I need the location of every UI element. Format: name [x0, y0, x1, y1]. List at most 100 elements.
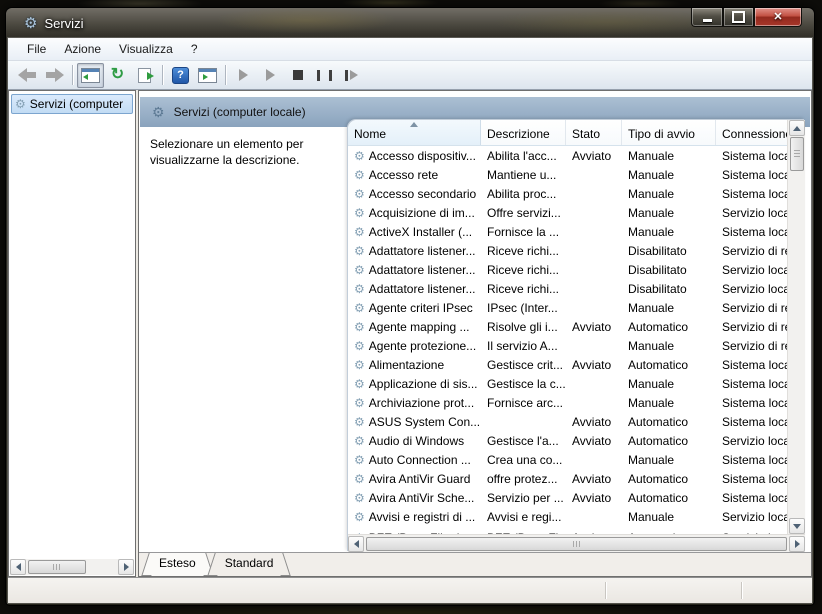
scroll-left-button[interactable] — [10, 559, 26, 575]
service-name: Auto Connection ... — [369, 453, 471, 467]
cell-descrizione: Abilita proc... — [481, 187, 566, 201]
scroll-right-icon — [124, 563, 129, 571]
show-action-pane-button[interactable] — [194, 63, 221, 88]
service-row[interactable]: ⚙Archiviazione prot...Fornisce arc...Man… — [348, 393, 787, 412]
service-name: Accesso secondario — [369, 187, 476, 201]
service-row[interactable]: ⚙Audio di WindowsGestisce l'a...AvviatoA… — [348, 431, 787, 450]
sidebar-item-servizi-computer[interactable]: ⚙Servizi (computer — [11, 94, 133, 114]
back-button[interactable] — [14, 63, 41, 88]
scroll-left-icon — [16, 563, 21, 571]
cell-descrizione: Il servizio A... — [481, 339, 566, 353]
minimize-button[interactable] — [691, 8, 723, 27]
service-row[interactable]: ⚙Avira AntiVir Sche...Servizio per ...Av… — [348, 488, 787, 507]
sidebar-horizontal-scrollbar[interactable] — [10, 559, 134, 575]
cell-tipo-di-avvio: Automatico — [622, 434, 716, 448]
sort-ascending-icon — [410, 122, 418, 127]
scrollbar-thumb[interactable] — [790, 137, 804, 171]
pane-title: Servizi (computer locale) — [174, 105, 306, 119]
service-name: Archiviazione prot... — [369, 396, 474, 410]
vertical-scrollbar[interactable] — [787, 120, 805, 534]
service-row[interactable]: ⚙Avira AntiVir Guardoffre protez...Avvia… — [348, 469, 787, 488]
service-row[interactable]: ⚙Agente protezione...Il servizio A...Man… — [348, 336, 787, 355]
maximize-button[interactable] — [723, 8, 754, 27]
service-gear-icon: ⚙ — [354, 511, 365, 523]
title-bar[interactable]: ⚙ Servizi ✕ — [6, 8, 814, 38]
service-row[interactable]: ⚙Avvisi e registri di ...Avvisi e regi..… — [348, 507, 787, 526]
help-button[interactable] — [167, 63, 194, 88]
content-area: ⚙Servizi (computer ⚙ Servizi (computer l… — [8, 90, 812, 577]
column-header-connessione[interactable]: Connessione — [716, 120, 787, 145]
service-row[interactable]: ⚙Acquisizione di im...Offre servizi...Ma… — [348, 203, 787, 222]
service-row[interactable]: ⚙Accesso dispositiv...Abilita l'acc...Av… — [348, 146, 787, 165]
cell-descrizione: Servizio per ... — [481, 491, 566, 505]
cell-nome: ⚙ Agente criteri IPsec — [348, 301, 481, 315]
scroll-right-button[interactable] — [118, 559, 134, 575]
service-row[interactable]: ⚙Adattatore listener...Riceve richi...Di… — [348, 260, 787, 279]
cell-descrizione: IPsec (Inter... — [481, 301, 566, 315]
cell-connessione: Servizio di rete — [716, 244, 787, 258]
cell-tipo-di-avvio: Manuale — [622, 396, 716, 410]
cell-connessione: Sistema locale — [716, 377, 787, 391]
service-row[interactable]: ⚙AlimentazioneGestisce crit...AvviatoAut… — [348, 355, 787, 374]
scrollbar-thumb[interactable] — [28, 560, 86, 574]
service-gear-icon: ⚙ — [354, 454, 365, 466]
scroll-right-button[interactable] — [789, 536, 805, 552]
service-row[interactable]: ⚙Applicazione di sis...Gestisce la c...M… — [348, 374, 787, 393]
horizontal-scrollbar[interactable] — [348, 534, 805, 552]
export-list-icon — [138, 68, 151, 83]
service-row[interactable]: ⚙Auto Connection ...Crea una co...Manual… — [348, 450, 787, 469]
resume-service-button[interactable] — [257, 63, 284, 88]
cell-nome: ⚙ActiveX Installer (... — [348, 225, 481, 239]
menu-help[interactable]: ? — [182, 39, 207, 59]
service-gear-icon: ⚙ — [354, 416, 365, 428]
toolbar-separator — [162, 65, 163, 85]
service-gear-icon: ⚙ — [354, 359, 365, 371]
export-list-button[interactable] — [131, 63, 158, 88]
forward-button[interactable] — [41, 63, 68, 88]
scrollbar-thumb[interactable] — [366, 537, 787, 551]
close-icon: ✕ — [773, 12, 782, 23]
scroll-up-button[interactable] — [789, 120, 805, 136]
cell-connessione: Sistema locale — [716, 415, 787, 429]
service-name: ActiveX Installer (... — [369, 225, 472, 239]
scroll-down-button[interactable] — [789, 518, 805, 534]
service-row[interactable]: ⚙Agente criteri IPsecIPsec (Inter...Manu… — [348, 298, 787, 317]
column-header-tipo-di-avvio[interactable]: Tipo di avvio — [622, 120, 716, 145]
restart-service-button[interactable] — [338, 63, 365, 88]
tab-standard[interactable]: Standard — [215, 553, 284, 576]
stop-service-button[interactable] — [284, 63, 311, 88]
service-name: Agente criteri IPsec — [369, 301, 473, 315]
service-row[interactable]: ⚙Agente mapping ...Risolve gli i...Avvia… — [348, 317, 787, 336]
service-row[interactable]: ⚙Adattatore listener...Riceve richi...Di… — [348, 241, 787, 260]
show-console-tree-button[interactable] — [77, 63, 104, 88]
menu-file[interactable]: File — [18, 39, 55, 59]
service-gear-icon: ⚙ — [354, 302, 365, 314]
service-row[interactable]: ⚙Accesso secondarioAbilita proc...Manual… — [348, 184, 787, 203]
service-gear-icon: ⚙ — [354, 169, 365, 181]
cell-nome: ⚙Accesso rete — [348, 168, 481, 182]
service-row[interactable]: ⚙ActiveX Installer (...Fornisce la ...Ma… — [348, 222, 787, 241]
toolbar — [8, 61, 812, 90]
start-service-button[interactable] — [230, 63, 257, 88]
menu-azione[interactable]: Azione — [55, 39, 110, 59]
cell-connessione: Sistema locale — [716, 396, 787, 410]
tab-esteso[interactable]: Esteso — [149, 553, 206, 576]
close-button[interactable]: ✕ — [754, 8, 802, 27]
column-header-stato[interactable]: Stato — [566, 120, 622, 145]
cell-stato: Avviato — [566, 472, 622, 486]
column-header-nome[interactable]: Nome — [348, 120, 481, 145]
cell-tipo-di-avvio: Manuale — [622, 206, 716, 220]
services-gear-icon: ⚙ — [152, 105, 165, 119]
refresh-button[interactable] — [104, 63, 131, 88]
cell-nome: ⚙Adattatore listener... — [348, 244, 481, 258]
service-row[interactable]: ⚙ASUS System Con...AvviatoAutomaticoSist… — [348, 412, 787, 431]
menu-visualizza[interactable]: Visualizza — [110, 39, 182, 59]
column-header-descrizione[interactable]: Descrizione — [481, 120, 566, 145]
service-row[interactable]: ⚙Accesso reteMantiene u...ManualeSistema… — [348, 165, 787, 184]
service-row[interactable]: ⚙Adattatore listener...Riceve richi...Di… — [348, 279, 787, 298]
cell-connessione: Servizio locale — [716, 206, 787, 220]
pause-service-button[interactable] — [311, 63, 338, 88]
cell-connessione: Sistema locale — [716, 453, 787, 467]
scroll-left-button[interactable] — [348, 536, 364, 552]
pause-service-icon — [317, 70, 332, 81]
